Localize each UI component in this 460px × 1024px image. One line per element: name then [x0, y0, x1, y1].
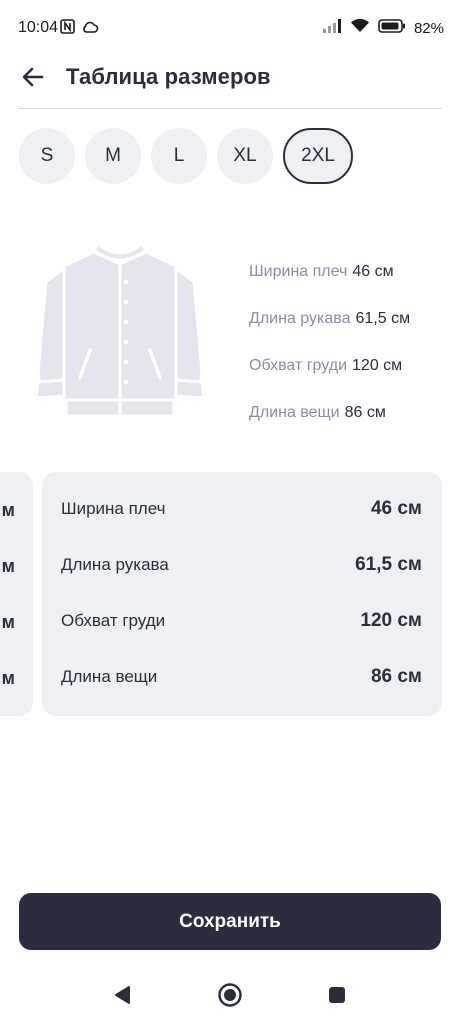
card-row-shoulders: Ширина плеч 46 см [61, 498, 422, 519]
back-triangle-icon [113, 985, 131, 1010]
card-row-chest: Обхват груди 120 см [61, 610, 422, 631]
app-header: Таблица размеров [0, 56, 460, 110]
nav-recents-button[interactable] [322, 982, 352, 1012]
wifi-icon [350, 18, 370, 38]
jacket-icon [30, 242, 210, 422]
prev-card-value: м [1, 612, 15, 632]
size-chip-l[interactable]: L [151, 128, 207, 184]
nav-home-button[interactable] [215, 982, 245, 1012]
page-title: Таблица размеров [66, 64, 271, 89]
battery-icon [378, 18, 406, 38]
size-chip-m[interactable]: M [85, 128, 141, 184]
size-card: Ширина плеч 46 см Длина рукава 61,5 см О… [42, 472, 442, 716]
measure-shoulders: Ширина плеч 46 см [249, 262, 394, 280]
measure-length: Длина вещи 86 см [249, 403, 386, 421]
status-bar: 10:04 82% [0, 0, 460, 56]
arrow-left-icon [22, 67, 44, 92]
nav-back-button[interactable] [107, 982, 137, 1012]
previous-size-card[interactable]: м м м м [0, 472, 33, 716]
signal-icon [322, 18, 342, 38]
status-time: 10:04 [18, 19, 59, 36]
card-row-sleeve: Длина рукава 61,5 см [61, 554, 422, 575]
size-selector: S M L XL 2XL [19, 128, 353, 184]
system-nav-bar [0, 970, 460, 1024]
home-circle-icon [217, 982, 243, 1013]
header-divider [18, 108, 442, 109]
size-chip-2xl[interactable]: 2XL [283, 128, 353, 184]
prev-card-value: м [1, 668, 15, 688]
measure-chest: Обхват груди 120 см [249, 356, 403, 374]
back-button[interactable] [16, 62, 50, 96]
nfc-icon [60, 19, 75, 39]
prev-card-value: м [1, 556, 15, 576]
cloud-icon [81, 20, 99, 39]
size-chip-s[interactable]: S [19, 128, 75, 184]
prev-card-value: м [1, 500, 15, 520]
card-row-length: Длина вещи 86 см [61, 666, 422, 687]
measurement-summary: Ширина плеч 46 см Длина рукава 61,5 см О… [249, 248, 410, 436]
save-button[interactable]: Сохранить [19, 893, 441, 950]
size-chip-xl[interactable]: XL [217, 128, 273, 184]
recents-square-icon [328, 986, 346, 1009]
battery-percentage: 82% [413, 19, 444, 37]
measure-sleeve: Длина рукава 61,5 см [249, 309, 411, 327]
